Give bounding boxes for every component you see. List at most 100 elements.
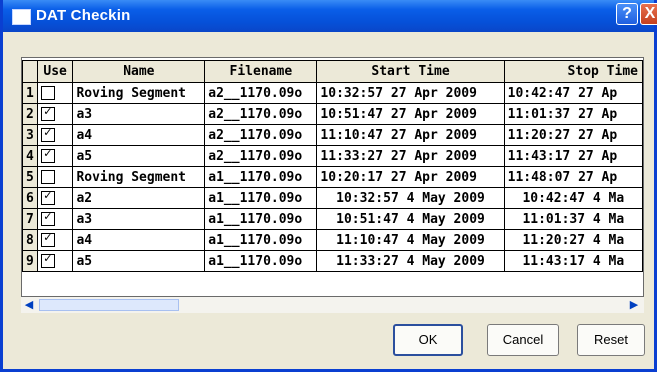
corner-header [22, 60, 38, 83]
help-button[interactable]: ? [616, 3, 638, 25]
reset-button[interactable]: Reset [577, 324, 645, 356]
name-cell[interactable]: a4 [72, 124, 206, 146]
stop-time-cell[interactable]: 10:42:47 4 Ma [504, 187, 643, 209]
use-checkbox[interactable]: ✓ [40, 189, 55, 205]
stop-time-cell[interactable]: 11:01:37 27 Ap [504, 103, 643, 125]
row-number[interactable]: 4 [22, 145, 38, 167]
checkmark-icon: ✓ [43, 231, 53, 244]
use-cell[interactable]: ✓ [37, 208, 74, 230]
close-button[interactable]: X [640, 3, 657, 25]
filename-cell[interactable]: a1__1170.09o [204, 250, 318, 272]
start-time-cell[interactable]: 10:51:47 4 May 2009 [316, 208, 505, 230]
table-row[interactable]: 2 ✓ a3 a2__1170.09o 10:51:47 27 Apr 2009 11:0… [22, 103, 643, 125]
use-cell[interactable]: ✓ [37, 229, 74, 251]
horizontal-scrollbar[interactable]: ◀ ▶ [21, 297, 644, 313]
use-checkbox[interactable] [40, 86, 55, 100]
row-number[interactable]: 9 [22, 250, 38, 272]
filename-cell[interactable]: a2__1170.09o [204, 82, 318, 104]
use-cell[interactable]: ✓ [37, 103, 74, 125]
dat-checkin-dialog: DAT Checkin ? X Use Name Filename Start … [0, 0, 657, 372]
segments-grid: Use Name Filename Start Time Stop Time 1… [21, 57, 644, 297]
filename-cell[interactable]: a1__1170.09o [204, 166, 318, 188]
table-row[interactable]: 1 Roving Segment a2__1170.09o 10:32:57 27 A… [22, 82, 643, 104]
name-cell[interactable]: a3 [72, 208, 206, 230]
checkmark-icon: ✓ [43, 147, 53, 160]
filename-cell[interactable]: a1__1170.09o [204, 187, 318, 209]
stop-time-cell[interactable]: 11:43:17 27 Ap [504, 145, 643, 167]
window-icon [12, 9, 31, 25]
use-cell[interactable]: ✓ [37, 145, 74, 167]
header-row: Use Name Filename Start Time Stop Time [22, 60, 643, 83]
stop-time-cell[interactable]: 11:48:07 27 Ap [504, 166, 643, 188]
row-number[interactable]: 6 [22, 187, 38, 209]
column-header-use[interactable]: Use [37, 60, 74, 83]
stop-time-cell[interactable]: 11:43:17 4 Ma [504, 250, 643, 272]
start-time-cell[interactable]: 11:33:27 27 Apr 2009 [316, 145, 505, 167]
checkmark-icon: ✓ [43, 126, 53, 139]
row-number[interactable]: 2 [22, 103, 38, 125]
title-bar[interactable]: DAT Checkin ? X [3, 0, 657, 32]
start-time-cell[interactable]: 10:32:57 4 May 2009 [316, 187, 505, 209]
column-header-filename[interactable]: Filename [204, 60, 318, 83]
name-cell[interactable]: a5 [72, 145, 206, 167]
stop-time-cell[interactable]: 10:42:47 27 Ap [504, 82, 643, 104]
row-number[interactable]: 5 [22, 166, 38, 188]
start-time-cell[interactable]: 10:51:47 27 Apr 2009 [316, 103, 505, 125]
ok-button[interactable]: OK [393, 324, 463, 356]
table-row[interactable]: 7 ✓ a3 a1__1170.09o 10:51:47 4 May 2009 11:01… [22, 208, 643, 230]
use-checkbox[interactable]: ✓ [40, 252, 55, 268]
checkmark-icon: ✓ [43, 105, 53, 118]
column-header-start-time[interactable]: Start Time [316, 60, 505, 83]
name-cell[interactable]: a4 [72, 229, 206, 251]
filename-cell[interactable]: a2__1170.09o [204, 124, 318, 146]
filename-cell[interactable]: a2__1170.09o [204, 145, 318, 167]
checkmark-icon: ✓ [43, 189, 53, 202]
stop-time-cell[interactable]: 11:20:27 27 Ap [504, 124, 643, 146]
filename-cell[interactable]: a2__1170.09o [204, 103, 318, 125]
row-number[interactable]: 8 [22, 229, 38, 251]
table-row[interactable]: 4 ✓ a5 a2__1170.09o 11:33:27 27 Apr 2009 11:4… [22, 145, 643, 167]
row-number[interactable]: 7 [22, 208, 38, 230]
row-number[interactable]: 1 [22, 82, 38, 104]
checkmark-icon: ✓ [43, 210, 53, 223]
name-cell[interactable]: a2 [72, 187, 206, 209]
use-cell[interactable]: ✓ [37, 124, 74, 146]
horizontal-scroll-thumb[interactable] [39, 299, 179, 311]
use-checkbox[interactable]: ✓ [40, 126, 55, 142]
use-cell[interactable] [37, 166, 74, 188]
name-cell[interactable]: Roving Segment [72, 166, 206, 188]
chevron-right-icon[interactable]: ▶ [626, 297, 642, 313]
use-checkbox[interactable] [40, 170, 55, 184]
column-header-name[interactable]: Name [72, 60, 206, 83]
segments-table: Use Name Filename Start Time Stop Time 1… [22, 60, 643, 272]
chevron-left-icon[interactable]: ◀ [21, 297, 37, 313]
filename-cell[interactable]: a1__1170.09o [204, 229, 318, 251]
name-cell[interactable]: Roving Segment [72, 82, 206, 104]
table-row[interactable]: 8 ✓ a4 a1__1170.09o 11:10:47 4 May 2009 11:20… [22, 229, 643, 251]
start-time-cell[interactable]: 10:32:57 27 Apr 2009 [316, 82, 505, 104]
start-time-cell[interactable]: 10:20:17 27 Apr 2009 [316, 166, 505, 188]
start-time-cell[interactable]: 11:33:27 4 May 2009 [316, 250, 505, 272]
table-row[interactable]: 9 ✓ a5 a1__1170.09o 11:33:27 4 May 2009 11:43… [22, 250, 643, 272]
stop-time-cell[interactable]: 11:01:37 4 Ma [504, 208, 643, 230]
use-checkbox[interactable]: ✓ [40, 147, 55, 163]
column-header-stop-time[interactable]: Stop Time [504, 60, 643, 83]
use-cell[interactable] [37, 82, 74, 104]
use-checkbox[interactable]: ✓ [40, 105, 55, 121]
row-number[interactable]: 3 [22, 124, 38, 146]
cancel-button[interactable]: Cancel [487, 324, 559, 356]
name-cell[interactable]: a3 [72, 103, 206, 125]
use-cell[interactable]: ✓ [37, 250, 74, 272]
name-cell[interactable]: a5 [72, 250, 206, 272]
use-cell[interactable]: ✓ [37, 187, 74, 209]
start-time-cell[interactable]: 11:10:47 4 May 2009 [316, 229, 505, 251]
window-title: DAT Checkin [36, 7, 131, 24]
table-row[interactable]: 6 ✓ a2 a1__1170.09o 10:32:57 4 May 2009 10:42… [22, 187, 643, 209]
table-row[interactable]: 5 Roving Segment a1__1170.09o 10:20:17 27 A… [22, 166, 643, 188]
use-checkbox[interactable]: ✓ [40, 210, 55, 226]
start-time-cell[interactable]: 11:10:47 27 Apr 2009 [316, 124, 505, 146]
filename-cell[interactable]: a1__1170.09o [204, 208, 318, 230]
stop-time-cell[interactable]: 11:20:27 4 Ma [504, 229, 643, 251]
use-checkbox[interactable]: ✓ [40, 231, 55, 247]
table-row[interactable]: 3 ✓ a4 a2__1170.09o 11:10:47 27 Apr 2009 11:2… [22, 124, 643, 146]
